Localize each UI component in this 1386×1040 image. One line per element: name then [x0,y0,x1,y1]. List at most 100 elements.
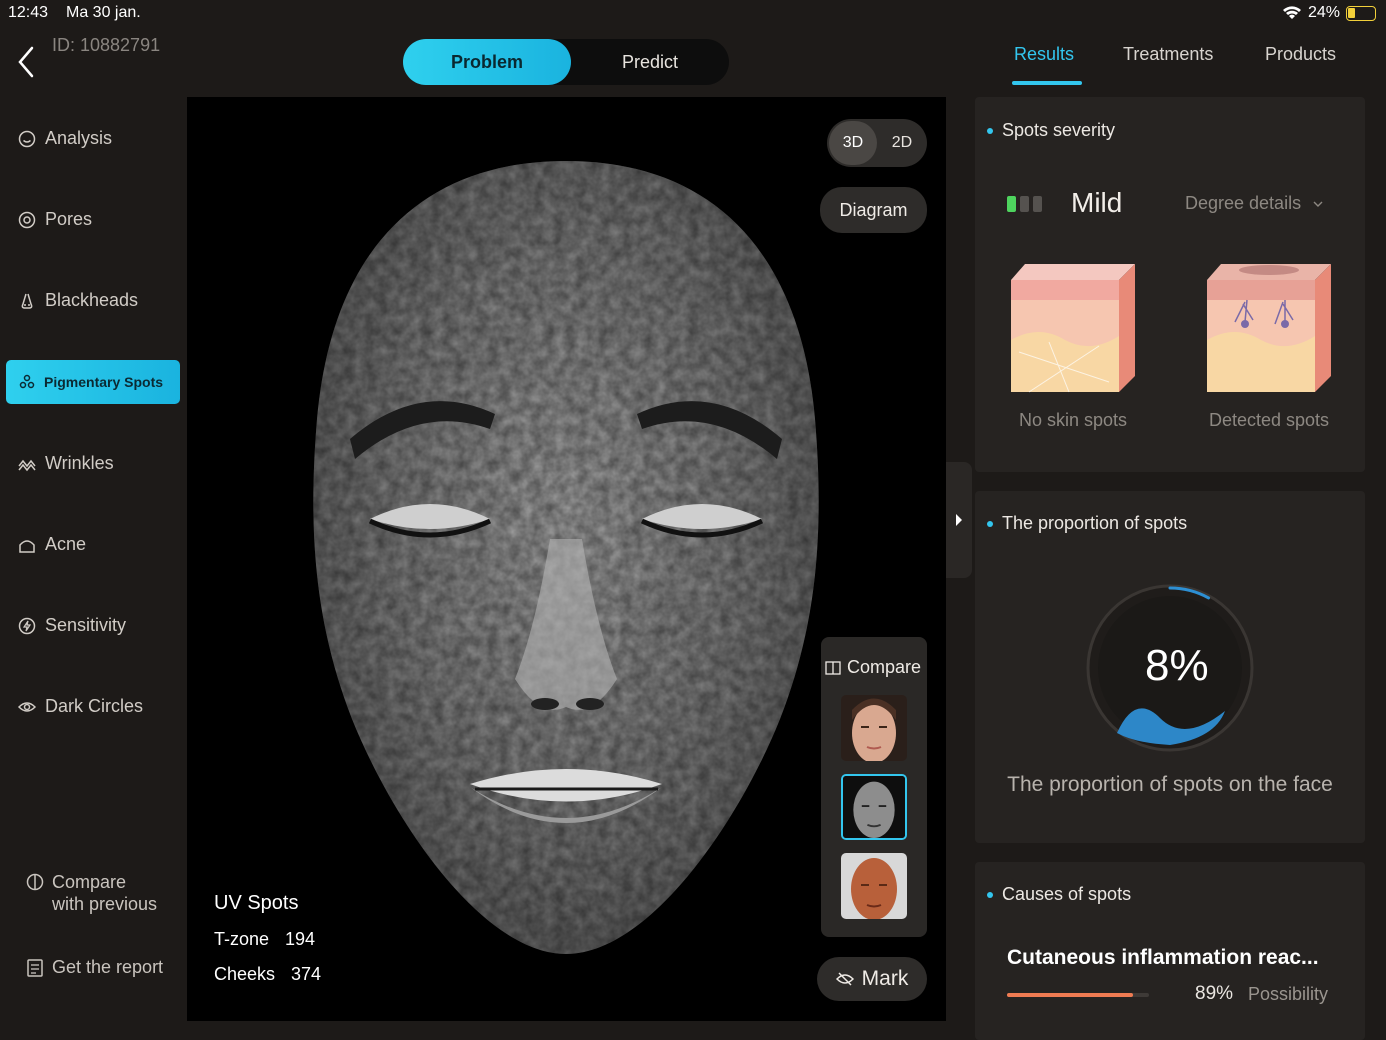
tab-treatments[interactable]: Treatments [1123,44,1213,65]
severity-title: Spots severity [987,120,1115,141]
cause-probability-fill [1007,993,1134,997]
causes-title-text: Causes of spots [1002,884,1132,904]
bump-icon [19,539,35,553]
status-date: Ma 30 jan. [66,4,141,21]
cause-name: Cutaneous inflammation reac... [1007,946,1319,969]
severity-title-text: Spots severity [1002,120,1116,140]
thumbnail-normal[interactable] [841,695,907,761]
battery-percent: 24% [1307,4,1340,21]
compare-label: Compare [847,657,922,677]
mode-2d-button[interactable]: 2D [879,121,925,165]
sidebar-item-pigmentary-spots[interactable]: Pigmentary Spots [6,360,180,404]
dots-icon [19,374,35,389]
chevron-left-icon [18,46,34,78]
cause-percent: 89% [1195,983,1234,1004]
cheeks-label: Cheeks [214,964,276,984]
compare-toggle[interactable]: Compare [825,657,921,678]
panel-collapse-toggle[interactable] [946,462,972,578]
tab-products[interactable]: Products [1265,44,1336,65]
spots-severity-card: Spots severity Mild Degree details No sk… [975,97,1365,472]
problem-tab[interactable]: Problem [403,39,571,85]
sidebar-item-label: Pores [45,209,93,229]
sidebar-item-wrinkles[interactable]: Wrinkles [18,453,114,474]
chevron-down-icon [1313,201,1323,207]
detected-spots-skin-illustration [1207,264,1331,392]
predict-tab[interactable]: Predict [571,39,729,85]
tzone-value: 194 [285,929,316,949]
uv-spots-title: UV Spots [214,892,299,914]
spots-proportion-card: The proportion of spots 8% The proportio… [975,491,1365,843]
tzone-row: T-zone 194 [214,929,315,950]
bullet-dot [987,127,993,134]
proportion-label: The proportion of spots on the face [1007,773,1333,796]
sidebar-item-label: Acne [45,534,87,554]
caret-right-icon [956,514,962,526]
smile-icon [18,130,36,147]
bullet-dot [987,891,993,898]
causes-title: Causes of spots [987,884,1131,905]
degree-details-label: Degree details [1185,193,1302,213]
problem-predict-toggle: Problem Predict [403,39,729,85]
sidebar-item-label: Blackheads [45,290,139,310]
sidebar-item-dark-circles[interactable]: Dark Circles [18,696,143,717]
wifi-icon [1282,6,1301,19]
compare-line2: with previous [52,894,158,914]
sidebar-item-pores[interactable]: Pores [18,209,92,230]
causes-of-spots-card: Causes of spots Cutaneous inflammation r… [975,862,1365,1040]
eye-off-icon [835,972,854,986]
thumbnail-uv[interactable] [841,774,907,840]
compare-panel: Compare [821,637,927,937]
no-spots-label: No skin spots [1018,410,1128,430]
compare-line1: Compare [52,872,127,892]
severity-level: Mild [1071,187,1123,218]
get-report-button[interactable]: Get the report [26,957,163,978]
face-viewer[interactable]: 3D 2D Diagram Compare Mark UV Spots T-zo… [187,97,946,1021]
back-button[interactable] [14,44,40,80]
sidebar-item-sensitivity[interactable]: Sensitivity [18,615,126,636]
report-label: Get the report [52,957,164,977]
severity-level-bars [1007,196,1042,212]
book-icon [825,660,841,675]
uv-face-image [310,159,822,959]
status-time: 12:43 [8,4,49,21]
nose-icon [21,293,33,309]
sidebar-item-label: Sensitivity [45,615,127,635]
mark-button[interactable]: Mark [817,957,927,1001]
mark-label: Mark [861,967,909,990]
cheeks-value: 374 [291,964,322,984]
severity-bar [1033,196,1042,212]
sidebar-item-acne[interactable]: Acne [18,534,86,555]
cause-probability-bar [1007,993,1149,997]
client-id: ID: 10882791 [52,35,161,55]
severity-bar [1007,196,1016,212]
proportion-value: 8% [1145,641,1209,690]
severity-bar [1020,196,1029,212]
report-icon [27,959,43,977]
sidebar-item-label: Analysis [45,128,113,148]
wave-icon [18,459,36,471]
cause-possibility-label: Possibility [1248,984,1329,1004]
proportion-title-text: The proportion of spots [1002,513,1188,533]
thumbnail-brown[interactable] [841,853,907,919]
status-indicators: 24% [1282,4,1376,22]
target-icon [18,211,36,228]
proportion-title: The proportion of spots [987,513,1187,534]
mode-3d-button[interactable]: 3D [829,121,877,165]
eye-icon [18,701,36,712]
diagram-button[interactable]: Diagram [820,187,927,233]
tab-results[interactable]: Results [1014,44,1074,65]
sidebar-item-analysis[interactable]: Analysis [18,128,112,149]
no-spots-skin-illustration [1011,264,1135,393]
view-mode-toggle: 3D 2D [827,119,927,167]
battery-icon [1346,5,1376,21]
compare-with-previous-button[interactable]: Compare with previous [26,871,157,915]
sidebar-item-label: Pigmentary Spots [44,374,164,390]
cheeks-row: Cheeks 374 [214,964,321,985]
bolt-circle-icon [18,617,36,634]
sidebar-item-blackheads[interactable]: Blackheads [18,290,138,311]
compare-circle-icon [26,873,44,891]
sidebar-item-label: Wrinkles [45,453,114,473]
degree-details-dropdown[interactable]: Degree details [1185,193,1324,214]
sidebar-item-label: Dark Circles [45,696,144,716]
tzone-label: T-zone [214,929,270,949]
